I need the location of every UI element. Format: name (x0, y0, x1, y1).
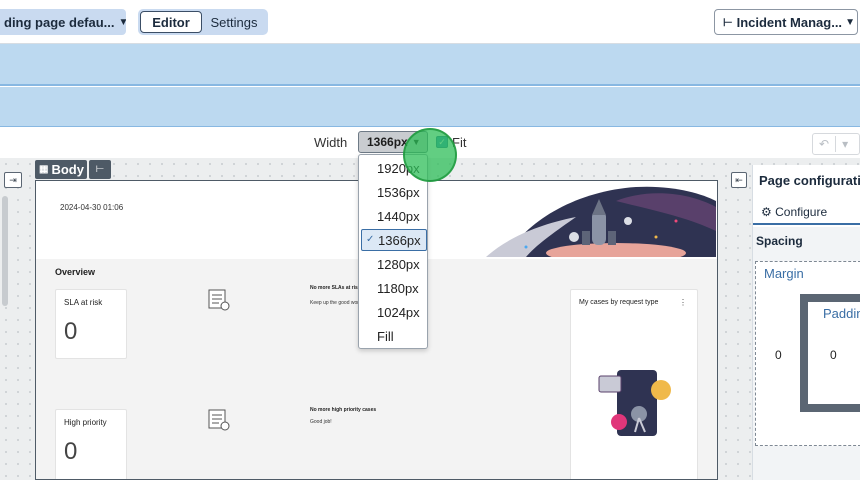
card-title: High priority (64, 418, 107, 427)
width-option[interactable]: 1280px (361, 253, 427, 275)
tab-configure-label: Configure (775, 205, 828, 219)
width-label: Width (314, 135, 348, 150)
subheader-region[interactable] (0, 87, 860, 127)
empty-state-illustration (598, 370, 671, 436)
body-region-tag[interactable]: ▦ Body (35, 160, 87, 179)
padding-box-frame: Padding 0 (800, 294, 860, 412)
chevron-down-icon: ▼ (845, 16, 855, 28)
check-icon: ✓ (366, 234, 375, 245)
click-highlight (403, 128, 457, 182)
width-option[interactable]: 1180px (361, 277, 427, 299)
margin-left-value[interactable]: 0 (775, 348, 782, 362)
timestamp: 2024-04-30 01:06 (60, 203, 124, 212)
tab-editor[interactable]: Editor (140, 11, 202, 33)
body-tag-label: Body (51, 162, 84, 177)
scrollbar[interactable] (2, 196, 8, 306)
app-select-dropdown[interactable]: ⊢ Incident Manag... ▼ (714, 9, 858, 35)
high-priority-card[interactable]: High priority 0 (55, 409, 127, 479)
width-option[interactable]: 1536px (361, 181, 427, 203)
cases-card-title: My cases by request type (579, 299, 659, 306)
checklist-icon (208, 289, 230, 311)
expand-left-panel-icon[interactable]: ⇥ (4, 172, 22, 188)
checklist-icon (208, 409, 230, 431)
app-select-label: Incident Manag... (736, 14, 843, 30)
header-region[interactable] (0, 44, 860, 86)
width-select-value: 1366px (367, 135, 408, 149)
tab-settings[interactable]: Settings (202, 11, 266, 33)
padding-box: Padding 0 (808, 302, 860, 404)
width-option[interactable]: 1440px (361, 205, 427, 227)
sla-card[interactable]: SLA at risk 0 (55, 289, 127, 359)
active-tab-indicator (753, 223, 860, 225)
hierarchy-icon[interactable]: ⊢ (89, 160, 111, 179)
width-option-selected[interactable]: ✓ 1366px (361, 229, 427, 251)
hierarchy-icon: ⊢ (723, 16, 733, 29)
margin-label: Margin (764, 266, 804, 281)
margin-box: Margin 0 Padding 0 (755, 261, 860, 446)
collapse-right-panel-icon[interactable]: ⇤ (731, 172, 747, 188)
cases-by-type-card[interactable]: My cases by request type ⋮ (570, 289, 698, 479)
tab-configure[interactable]: ⚙ Configure (761, 205, 827, 219)
card-value: 0 (64, 438, 78, 465)
spacing-title: Spacing (756, 234, 803, 248)
chevron-down-icon: ▼ (118, 16, 126, 28)
chevron-down-icon[interactable]: ▾ (842, 137, 848, 151)
card-value: 0 (64, 318, 78, 345)
page-configuration-panel: Page configuration ⚙ Configure Spacing M… (752, 165, 860, 480)
note-title: No more high priority cases (310, 407, 377, 413)
page-select-label: ding page defau... (4, 14, 115, 30)
overview-title: Overview (55, 267, 96, 277)
rocket-illustration (486, 186, 716, 257)
width-dropdown-menu: 1920px 1536px 1440px ✓ 1366px 1280px 118… (358, 154, 428, 349)
padding-label: Padding (823, 306, 860, 321)
width-option-label: 1366px (378, 232, 421, 248)
editor-settings-toggle: Editor Settings (138, 9, 268, 35)
undo-icon[interactable]: ↶ (819, 137, 829, 151)
gear-icon: ⚙ (761, 205, 772, 219)
divider (835, 136, 837, 152)
more-options-icon[interactable]: ⋮ (679, 298, 687, 307)
note-subtitle: Keep up the good work! (310, 300, 363, 306)
page-select-dropdown[interactable]: ding page defau... ▼ (0, 9, 126, 35)
panel-title: Page configuration (759, 173, 860, 188)
card-title: SLA at risk (64, 298, 103, 307)
grid-icon: ▦ (39, 164, 49, 175)
note-title: No more SLAs at risk (310, 285, 361, 291)
width-option[interactable]: 1024px (361, 301, 427, 323)
width-option[interactable]: Fill (361, 325, 427, 347)
undo-controls: ↶ ▾ (812, 133, 860, 155)
top-toolbar: ding page defau... ▼ Editor Settings ⊢ I… (0, 0, 860, 44)
padding-left-value[interactable]: 0 (830, 348, 837, 362)
note-subtitle: Good job! (310, 419, 332, 425)
